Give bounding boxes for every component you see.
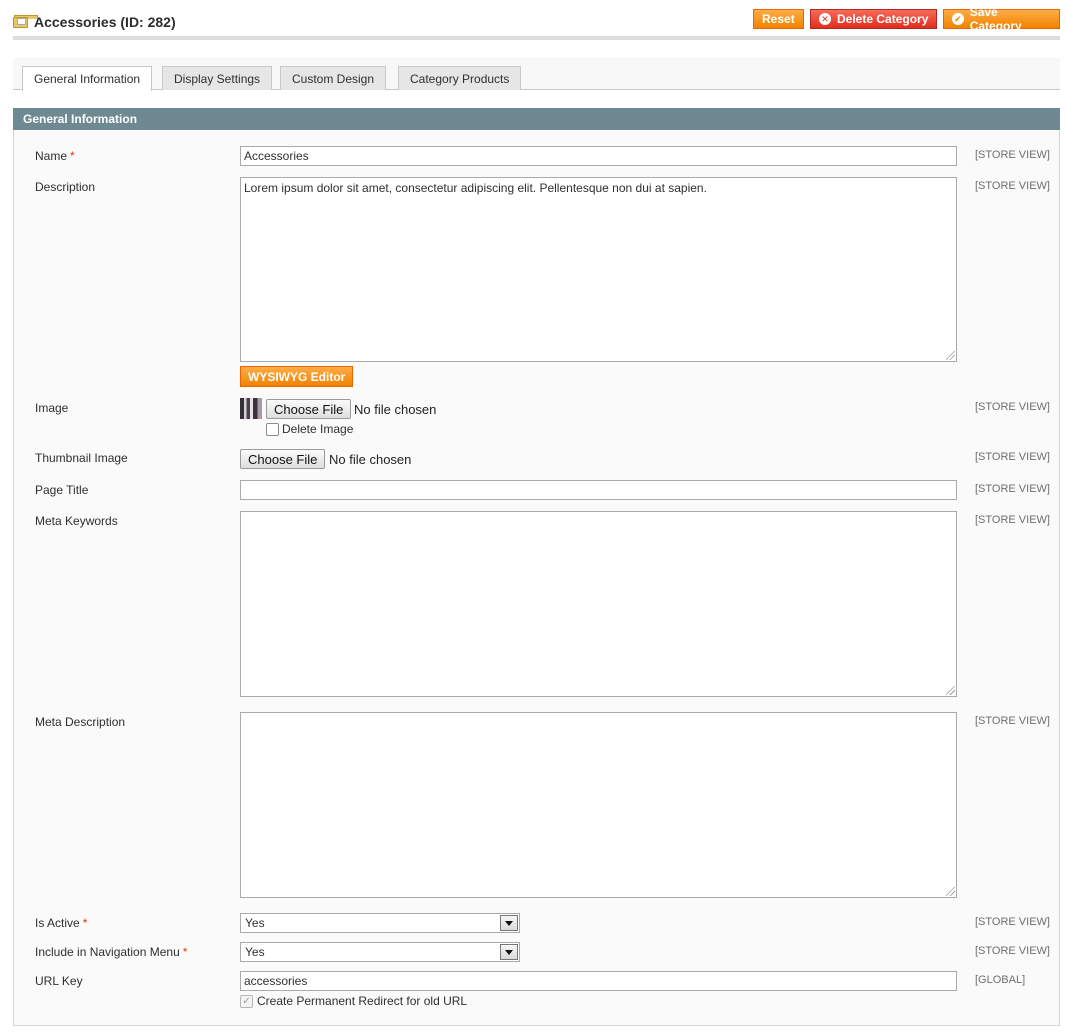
permanent-redirect-label: Create Permanent Redirect for old URL xyxy=(257,994,468,1008)
tab-custom-design[interactable]: Custom Design xyxy=(280,66,387,90)
thumbnail-label: Thumbnail Image xyxy=(35,451,128,465)
resize-handle-icon[interactable] xyxy=(946,887,955,896)
section-header: General Information xyxy=(13,108,1060,130)
description-label: Description xyxy=(35,180,96,194)
include-nav-scope: [STORE VIEW] xyxy=(975,945,1050,957)
page-title-scope: [STORE VIEW] xyxy=(975,483,1050,495)
image-scope: [STORE VIEW] xyxy=(975,401,1050,413)
tab-general-information[interactable]: General Information xyxy=(22,66,153,91)
page-title-text: Accessories (ID: 282) xyxy=(34,14,176,30)
description-text: Lorem ipsum dolor sit amet, consectetur … xyxy=(244,181,707,195)
dropdown-arrow-icon[interactable] xyxy=(500,944,518,960)
page-header: Accessories (ID: 282) Reset ✕ Delete Cat… xyxy=(13,5,1060,40)
thumbnail-choose-file-button[interactable]: Choose File xyxy=(240,449,326,469)
wysiwyg-editor-button[interactable]: WYSIWYG Editor xyxy=(240,366,354,387)
delete-icon: ✕ xyxy=(819,13,831,25)
meta-keywords-label: Meta Keywords xyxy=(35,514,118,528)
is-active-select[interactable]: Yes xyxy=(240,913,520,933)
meta-keywords-scope: [STORE VIEW] xyxy=(975,514,1050,526)
name-label: Name * xyxy=(35,149,75,163)
folder-icon xyxy=(13,15,38,29)
check-icon: ✔ xyxy=(952,13,964,25)
url-key-label: URL Key xyxy=(35,974,83,988)
reset-button[interactable]: Reset xyxy=(753,9,804,29)
meta-description-label: Meta Description xyxy=(35,715,126,729)
general-information-fieldset: Name * Accessories [STORE VIEW] Descripti… xyxy=(13,130,1060,1026)
image-thumbnail[interactable] xyxy=(240,398,262,419)
tab-bar: General Information Display Settings Cus… xyxy=(13,58,1060,91)
image-choose-file-button[interactable]: Choose File xyxy=(266,399,352,419)
delete-category-button[interactable]: ✕ Delete Category xyxy=(810,9,938,29)
resize-handle-icon[interactable] xyxy=(946,686,955,695)
page-title: Accessories (ID: 282) xyxy=(13,14,176,30)
is-active-label: Is Active * xyxy=(35,916,88,930)
is-active-scope: [STORE VIEW] xyxy=(975,916,1050,928)
delete-image-checkbox[interactable] xyxy=(266,423,279,436)
resize-handle-icon[interactable] xyxy=(946,351,955,360)
thumbnail-file-status: No file chosen xyxy=(329,452,412,467)
url-key-input[interactable]: accessories xyxy=(240,971,957,991)
name-input[interactable]: Accessories xyxy=(240,146,957,166)
meta-description-scope: [STORE VIEW] xyxy=(975,715,1050,727)
meta-keywords-textarea[interactable] xyxy=(240,511,957,697)
permanent-redirect-checkbox[interactable]: ✓ xyxy=(240,995,253,1008)
dropdown-arrow-icon[interactable] xyxy=(500,915,518,931)
page-title-input[interactable] xyxy=(240,480,957,500)
include-nav-select[interactable]: Yes xyxy=(240,942,520,962)
meta-description-textarea[interactable] xyxy=(240,712,957,898)
page-title-label: Page Title xyxy=(35,483,89,497)
save-category-button[interactable]: ✔ Save Category xyxy=(943,5,1060,33)
thumbnail-scope: [STORE VIEW] xyxy=(975,451,1050,463)
tab-category-products[interactable]: Category Products xyxy=(398,66,522,90)
delete-image-label: Delete Image xyxy=(282,422,354,436)
tab-display-settings[interactable]: Display Settings xyxy=(162,66,273,90)
image-label: Image xyxy=(35,401,69,415)
name-scope: [STORE VIEW] xyxy=(975,149,1050,161)
description-scope: [STORE VIEW] xyxy=(975,180,1050,192)
description-textarea[interactable]: Lorem ipsum dolor sit amet, consectetur … xyxy=(240,177,957,362)
image-file-status: No file chosen xyxy=(354,402,437,417)
include-nav-label: Include in Navigation Menu * xyxy=(35,945,188,959)
url-key-scope: [GLOBAL] xyxy=(975,974,1026,986)
